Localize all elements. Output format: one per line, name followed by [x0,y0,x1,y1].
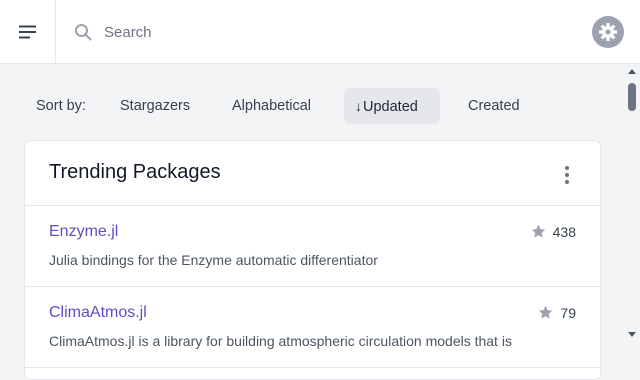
sort-option-alphabetical[interactable]: Alphabetical [220,88,323,124]
top-bar [0,0,640,64]
arrow-down-icon: ↓ [355,98,362,114]
package-link[interactable]: ClimaAtmos.jl [49,304,147,322]
sort-option-label: Alphabetical [232,98,311,114]
sort-label: Sort by: [36,98,86,114]
star-count-badge: 79 [537,304,576,321]
gear-icon [599,23,617,41]
sort-option-updated[interactable]: ↓Updated [344,88,440,124]
menu-button[interactable] [0,0,56,64]
settings-button[interactable] [592,16,624,48]
scroll-up-icon[interactable] [628,69,636,74]
star-count: 438 [552,223,576,240]
sort-option-label: Created [468,98,520,114]
star-count-badge: 438 [530,223,576,240]
card-title: Trending Packages [49,161,221,183]
scroll-down-icon[interactable] [628,332,636,337]
list-item: ClimaAtmos.jl ClimaAtmos.jl is a library… [25,287,600,368]
package-description: Julia bindings for the Enzyme automatic … [49,252,378,268]
hamburger-menu-icon [18,25,36,39]
package-link[interactable]: Enzyme.jl [49,223,118,241]
star-count: 79 [560,304,576,321]
more-options-button[interactable] [557,161,577,189]
package-description: ClimaAtmos.jl is a library for building … [49,333,512,349]
star-icon [531,224,545,238]
sort-option-created[interactable]: Created [456,88,532,124]
vertical-scrollbar[interactable] [624,65,640,341]
sort-option-stargazers[interactable]: Stargazers [108,88,202,124]
sort-option-label: Updated [363,99,418,115]
search-input[interactable] [104,18,564,46]
list-item: Enzyme.jl Julia bindings for the Enzyme … [25,206,600,287]
trending-packages-card: Trending Packages Enzyme.jl Julia bindin… [24,140,601,380]
more-vertical-icon [565,166,569,170]
card-header: Trending Packages [25,141,600,206]
sort-option-label: Stargazers [120,98,191,114]
scrollbar-thumb[interactable] [628,83,636,111]
star-icon [539,305,553,319]
search-icon [75,24,92,41]
